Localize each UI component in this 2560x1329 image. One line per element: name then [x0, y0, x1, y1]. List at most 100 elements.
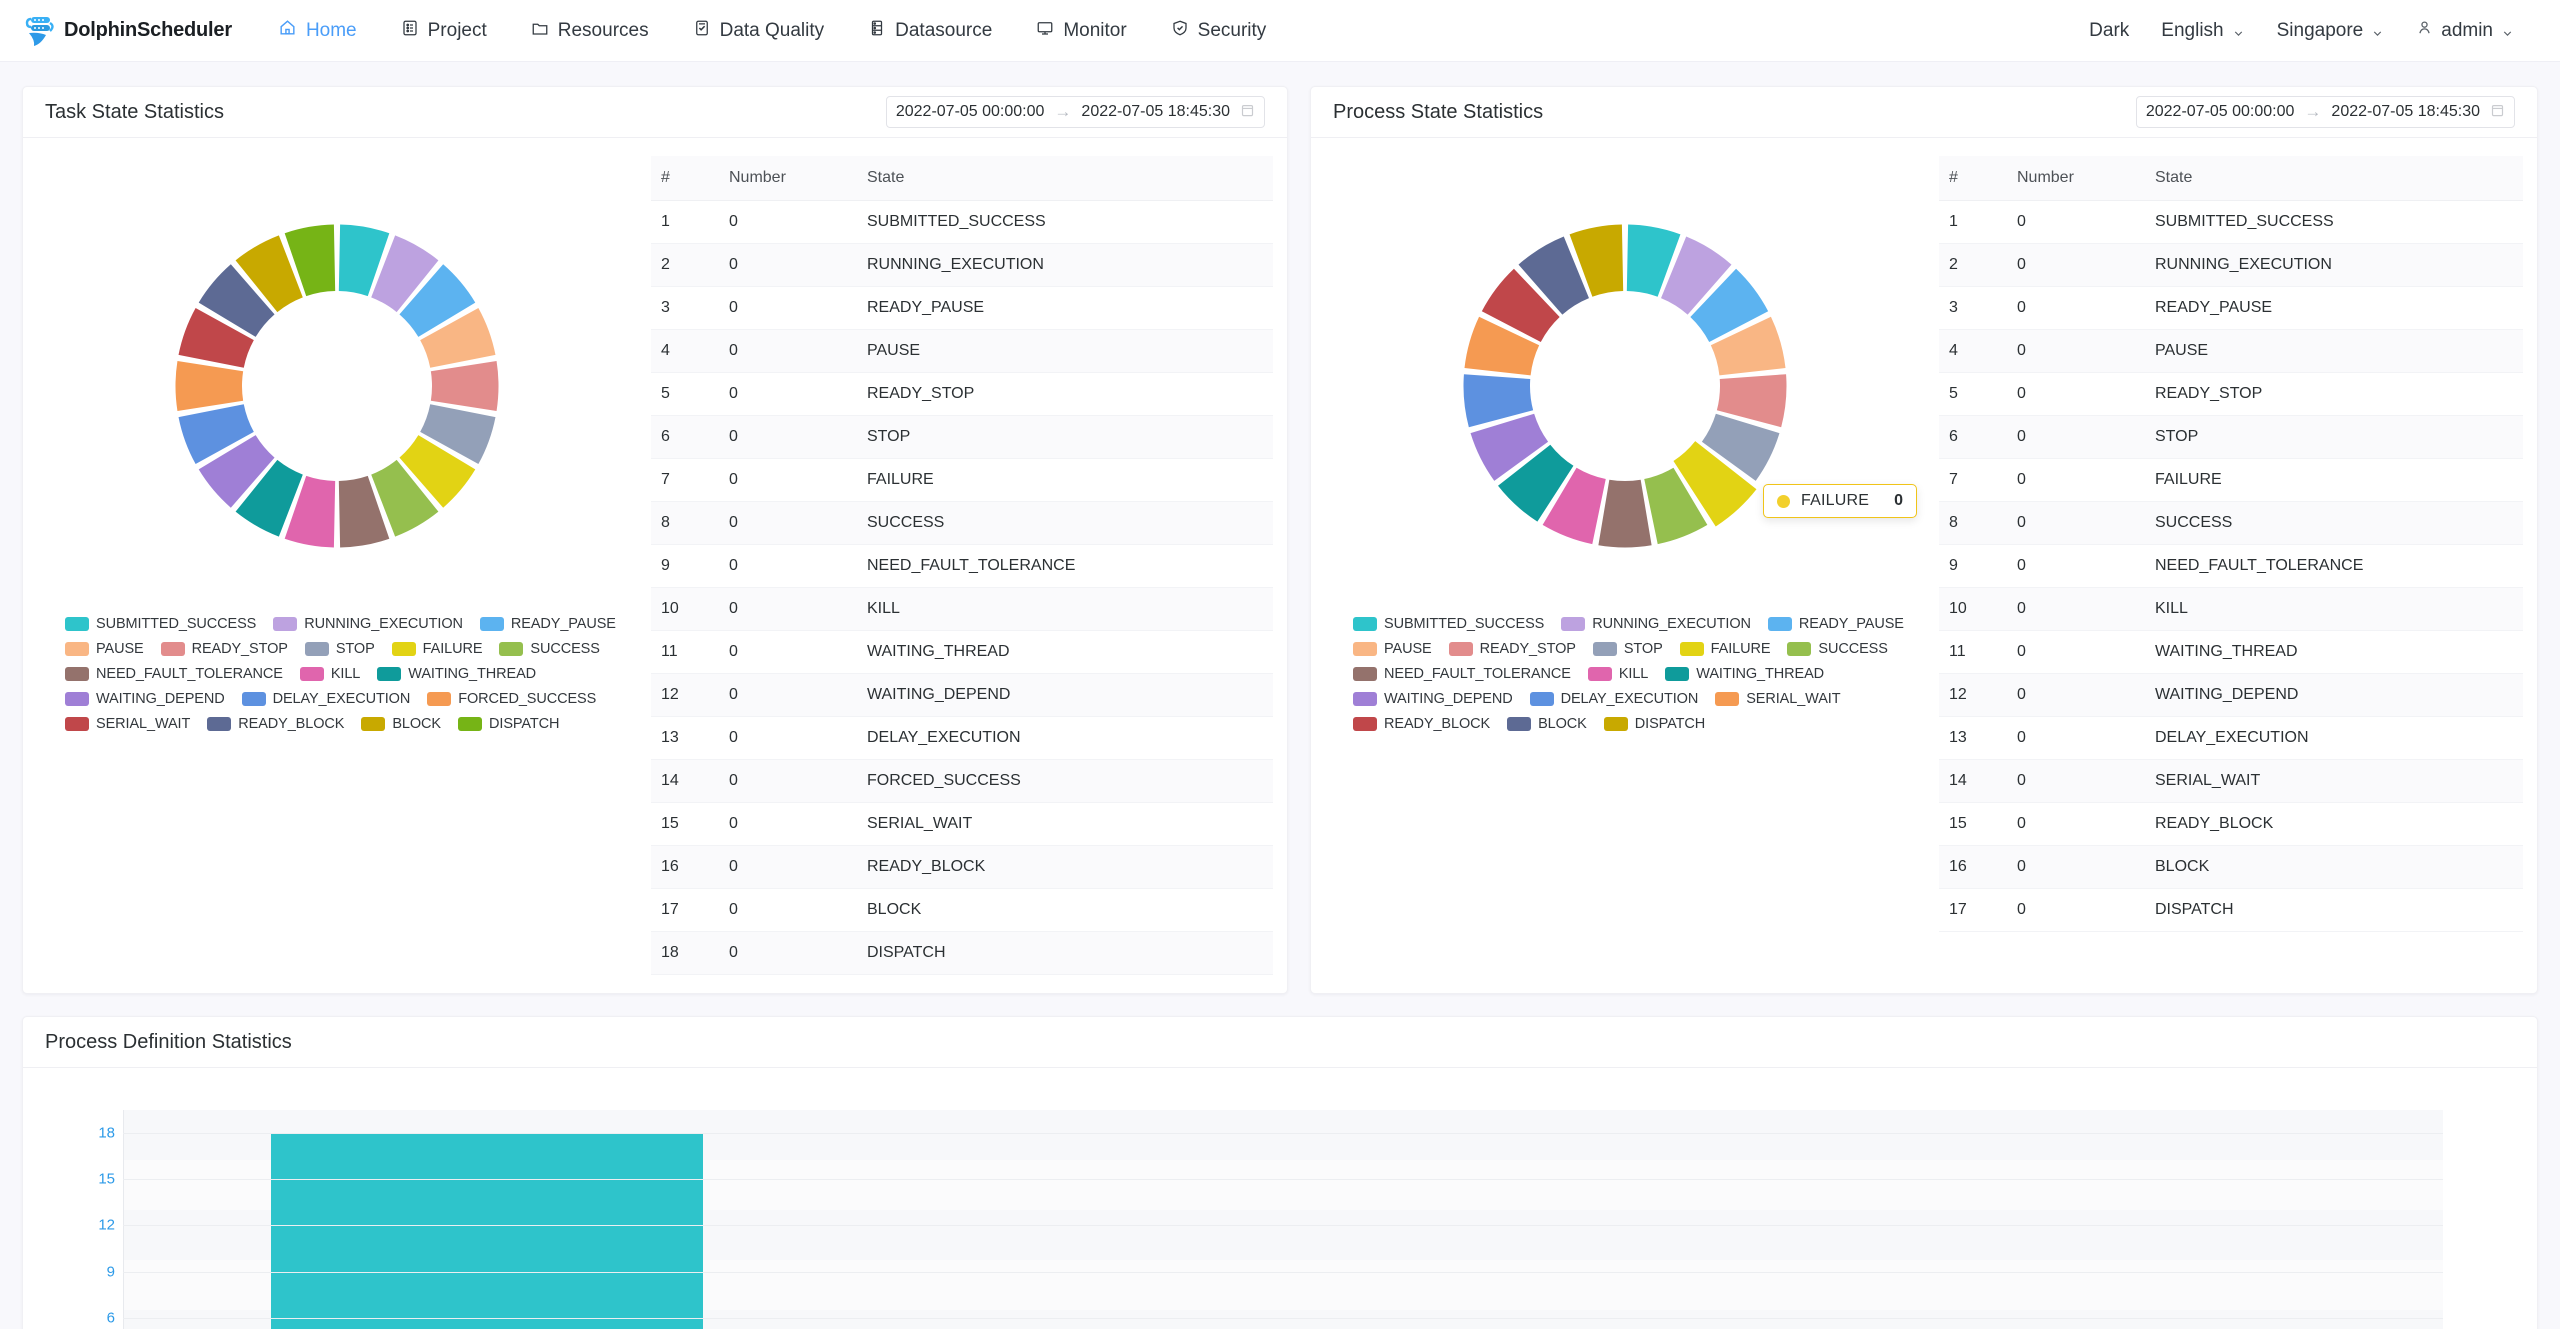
legend-item[interactable]: STOP [1593, 641, 1663, 657]
table-row[interactable]: 50READY_STOP [651, 373, 1273, 416]
legend-item[interactable]: DELAY_EXECUTION [242, 691, 411, 707]
legend-item[interactable]: READY_PAUSE [1768, 616, 1904, 632]
legend-item[interactable]: SUBMITTED_SUCCESS [1353, 616, 1544, 632]
legend-item[interactable]: WAITING_DEPEND [65, 691, 225, 707]
nav-item-data-quality[interactable]: Data Quality [671, 0, 847, 62]
table-row[interactable]: 80SUCCESS [651, 502, 1273, 545]
table-row[interactable]: 160READY_BLOCK [651, 846, 1273, 889]
nav-item-project[interactable]: Project [379, 0, 509, 62]
table-row[interactable]: 20RUNNING_EXECUTION [651, 244, 1273, 287]
table-row[interactable]: 10SUBMITTED_SUCCESS [651, 201, 1273, 244]
legend-item[interactable]: READY_STOP [161, 641, 288, 657]
table-row[interactable]: 90NEED_FAULT_TOLERANCE [651, 545, 1273, 588]
timezone-selector[interactable]: Singapore [2261, 20, 2401, 42]
legend-item[interactable]: WAITING_THREAD [1665, 666, 1824, 682]
table-row[interactable]: 130DELAY_EXECUTION [651, 717, 1273, 760]
table-row[interactable]: 120WAITING_DEPEND [1939, 674, 2523, 717]
table-row[interactable]: 100KILL [651, 588, 1273, 631]
legend-item[interactable]: BLOCK [361, 716, 441, 732]
legend-item[interactable]: PAUSE [65, 641, 144, 657]
table-row[interactable]: 160BLOCK [1939, 846, 2523, 889]
table-row[interactable]: 30READY_PAUSE [1939, 287, 2523, 330]
table-row[interactable]: 50READY_STOP [1939, 373, 2523, 416]
task-state-donut-chart[interactable] [23, 156, 651, 616]
date-range-start[interactable]: 2022-07-05 00:00:00 [2146, 103, 2295, 121]
table-row[interactable]: 170BLOCK [651, 889, 1273, 932]
legend-item[interactable]: WAITING_DEPEND [1353, 691, 1513, 707]
donut-svg[interactable] [1435, 196, 1815, 576]
legend-item[interactable]: READY_STOP [1449, 641, 1576, 657]
table-row[interactable]: 40PAUSE [1939, 330, 2523, 373]
table-row[interactable]: 150READY_BLOCK [1939, 803, 2523, 846]
table-row[interactable]: 40PAUSE [651, 330, 1273, 373]
date-range-end[interactable]: 2022-07-05 18:45:30 [2331, 103, 2480, 121]
table-row[interactable]: 110WAITING_THREAD [1939, 631, 2523, 674]
legend-item[interactable]: SERIAL_WAIT [1715, 691, 1840, 707]
date-range-start[interactable]: 2022-07-05 00:00:00 [896, 103, 1045, 121]
table-row[interactable]: 90NEED_FAULT_TOLERANCE [1939, 545, 2523, 588]
legend-item[interactable]: SUBMITTED_SUCCESS [65, 616, 256, 632]
table-row[interactable]: 110WAITING_THREAD [651, 631, 1273, 674]
nav-item-resources[interactable]: Resources [509, 0, 671, 62]
donut-slice[interactable] [1598, 480, 1651, 548]
legend-item[interactable]: BLOCK [1507, 716, 1587, 732]
donut-svg[interactable] [147, 196, 527, 576]
legend-item[interactable]: NEED_FAULT_TOLERANCE [65, 666, 283, 682]
table-row[interactable]: 80SUCCESS [1939, 502, 2523, 545]
table-row[interactable]: 10SUBMITTED_SUCCESS [1939, 201, 2523, 244]
language-selector[interactable]: English [2145, 20, 2260, 42]
nav-item-monitor[interactable]: Monitor [1014, 0, 1148, 62]
legend-item[interactable]: DISPATCH [1604, 716, 1705, 732]
table-row[interactable]: 70FAILURE [651, 459, 1273, 502]
legend-item[interactable]: PAUSE [1353, 641, 1432, 657]
legend-item[interactable]: SUCCESS [1787, 641, 1887, 657]
donut-slice[interactable] [431, 361, 499, 411]
table-row[interactable]: 60STOP [1939, 416, 2523, 459]
table-row[interactable]: 30READY_PAUSE [651, 287, 1273, 330]
legend-item[interactable]: FAILURE [392, 641, 483, 657]
legend-item[interactable]: RUNNING_EXECUTION [1561, 616, 1751, 632]
theme-toggle[interactable]: Dark [2073, 20, 2145, 42]
legend-item[interactable]: KILL [1588, 666, 1648, 682]
legend-item[interactable]: RUNNING_EXECUTION [273, 616, 463, 632]
table-row[interactable]: 130DELAY_EXECUTION [1939, 717, 2523, 760]
calendar-icon[interactable] [2490, 102, 2505, 123]
nav-item-home[interactable]: Home [256, 0, 379, 62]
process-definition-bar-chart[interactable]: 369121518 [23, 1068, 2537, 1329]
table-row[interactable]: 70FAILURE [1939, 459, 2523, 502]
legend-item[interactable]: READY_BLOCK [1353, 716, 1490, 732]
legend-item[interactable]: FORCED_SUCCESS [427, 691, 596, 707]
table-row[interactable]: 60STOP [651, 416, 1273, 459]
legend-item[interactable]: READY_BLOCK [207, 716, 344, 732]
legend-item[interactable]: DELAY_EXECUTION [1530, 691, 1699, 707]
table-row[interactable]: 150SERIAL_WAIT [651, 803, 1273, 846]
legend-item[interactable]: DISPATCH [458, 716, 559, 732]
table-row[interactable]: 100KILL [1939, 588, 2523, 631]
user-menu[interactable]: admin [2400, 19, 2530, 42]
legend-item[interactable]: SUCCESS [499, 641, 599, 657]
legend-item[interactable]: KILL [300, 666, 360, 682]
legend-item[interactable]: FAILURE [1680, 641, 1771, 657]
legend-item[interactable]: NEED_FAULT_TOLERANCE [1353, 666, 1571, 682]
task-state-date-range-picker[interactable]: 2022-07-05 00:00:00 → 2022-07-05 18:45:3… [886, 96, 1265, 128]
calendar-icon[interactable] [1240, 102, 1255, 123]
table-row[interactable]: 120WAITING_DEPEND [651, 674, 1273, 717]
process-state-date-range-picker[interactable]: 2022-07-05 00:00:00 → 2022-07-05 18:45:3… [2136, 96, 2515, 128]
table-row[interactable]: 140FORCED_SUCCESS [651, 760, 1273, 803]
legend-item[interactable]: SERIAL_WAIT [65, 716, 190, 732]
legend-item[interactable]: STOP [305, 641, 375, 657]
table-row[interactable]: 180DISPATCH [651, 932, 1273, 975]
date-range-end[interactable]: 2022-07-05 18:45:30 [1081, 103, 1230, 121]
process-state-donut-chart[interactable]: FAILURE 0 [1311, 156, 1939, 616]
table-row[interactable]: 170DISPATCH [1939, 889, 2523, 932]
donut-slice[interactable] [176, 361, 244, 411]
bar-series-rect[interactable] [271, 1133, 703, 1329]
table-row[interactable]: 140SERIAL_WAIT [1939, 760, 2523, 803]
nav-item-security[interactable]: Security [1149, 0, 1289, 62]
table-row[interactable]: 20RUNNING_EXECUTION [1939, 244, 2523, 287]
nav-item-datasource[interactable]: Datasource [846, 0, 1014, 62]
legend-item[interactable]: WAITING_THREAD [377, 666, 536, 682]
brand[interactable]: DolphinScheduler [22, 11, 232, 51]
legend-item[interactable]: READY_PAUSE [480, 616, 616, 632]
cell-number: 0 [2007, 373, 2145, 416]
